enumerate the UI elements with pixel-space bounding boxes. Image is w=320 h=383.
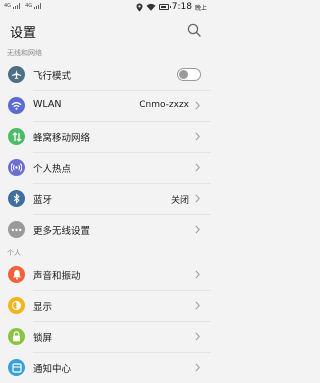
more-wireless-label: 更多无线设置 bbox=[33, 226, 91, 237]
search-icon[interactable] bbox=[187, 23, 201, 37]
bluetooth-icon bbox=[8, 190, 25, 207]
airplane-mode-label: 飞行模式 bbox=[33, 71, 72, 82]
clock-period: 晚上 bbox=[194, 4, 207, 12]
sound-label: 声音和振动 bbox=[33, 271, 81, 282]
app-header: 设置 bbox=[0, 14, 211, 46]
settings-item-sound[interactable]: 声音和振动 bbox=[0, 259, 211, 290]
settings-item-more-wireless[interactable]: 更多无线设置 bbox=[0, 214, 211, 245]
bluetooth-status: 关闭 bbox=[170, 196, 189, 206]
settings-item-mobile-network[interactable]: 蜂窝移动网络 bbox=[0, 121, 211, 152]
display-label: 显示 bbox=[33, 302, 53, 313]
lock-icon bbox=[8, 328, 25, 345]
hotspot-label: 个人热点 bbox=[33, 164, 72, 175]
page-title: 设置 bbox=[10, 26, 37, 41]
airplane-icon bbox=[8, 66, 25, 83]
toggle-knob bbox=[179, 70, 188, 79]
wlan-network-name: Cnmo-zxzx bbox=[139, 100, 189, 110]
clock: 7:18 bbox=[171, 2, 192, 12]
battery-icon bbox=[158, 4, 171, 10]
status-right: 7:18 晚上 bbox=[136, 2, 207, 12]
display-icon bbox=[8, 297, 25, 314]
settings-item-airplane-mode[interactable]: 飞行模式 bbox=[0, 59, 211, 90]
chevron-right-icon bbox=[195, 194, 200, 203]
settings-item-notification-center[interactable]: 通知中心 bbox=[0, 352, 211, 383]
section-header-personal: 个人 bbox=[7, 249, 21, 257]
sim2-signal-icon bbox=[34, 3, 42, 9]
chevron-right-icon bbox=[195, 301, 200, 310]
wlan-label: WLAN bbox=[33, 99, 62, 110]
mobile-network-label: 蜂窝移动网络 bbox=[33, 133, 91, 144]
settings-item-wlan[interactable]: WLAN Cnmo-zxzx bbox=[0, 90, 211, 121]
chevron-right-icon bbox=[195, 132, 200, 141]
wifi-icon bbox=[146, 3, 156, 11]
wlan-icon bbox=[8, 97, 25, 114]
sim1-signal-icon bbox=[13, 3, 21, 9]
lock-screen-label: 锁屏 bbox=[33, 333, 53, 344]
settings-item-bluetooth[interactable]: 蓝牙 关闭 bbox=[0, 183, 211, 214]
bell-icon bbox=[8, 266, 25, 283]
settings-item-display[interactable]: 显示 bbox=[0, 290, 211, 321]
chevron-right-icon bbox=[195, 225, 200, 234]
section-header-wireless: 无线和网络 bbox=[7, 49, 42, 57]
location-icon bbox=[136, 3, 143, 11]
mobile-data-icon bbox=[8, 128, 25, 145]
notification-center-label: 通知中心 bbox=[33, 364, 72, 375]
notification-icon bbox=[8, 359, 25, 376]
sim2-network-type: 4G bbox=[25, 3, 33, 9]
settings-item-hotspot[interactable]: 个人热点 bbox=[0, 152, 211, 183]
chevron-right-icon bbox=[195, 270, 200, 279]
chevron-right-icon bbox=[195, 332, 200, 341]
signal-indicators: 4G 4G bbox=[4, 3, 42, 9]
airplane-mode-toggle[interactable] bbox=[177, 68, 201, 81]
more-icon bbox=[8, 221, 25, 238]
sim1-network-type: 4G bbox=[4, 3, 12, 9]
chevron-right-icon bbox=[195, 101, 200, 110]
chevron-right-icon bbox=[195, 163, 200, 172]
status-bar: 4G 4G 7:18 晚上 bbox=[0, 0, 211, 14]
hotspot-icon bbox=[8, 159, 25, 176]
chevron-right-icon bbox=[195, 363, 200, 372]
settings-item-lock-screen[interactable]: 锁屏 bbox=[0, 321, 211, 352]
bluetooth-label: 蓝牙 bbox=[33, 195, 53, 206]
